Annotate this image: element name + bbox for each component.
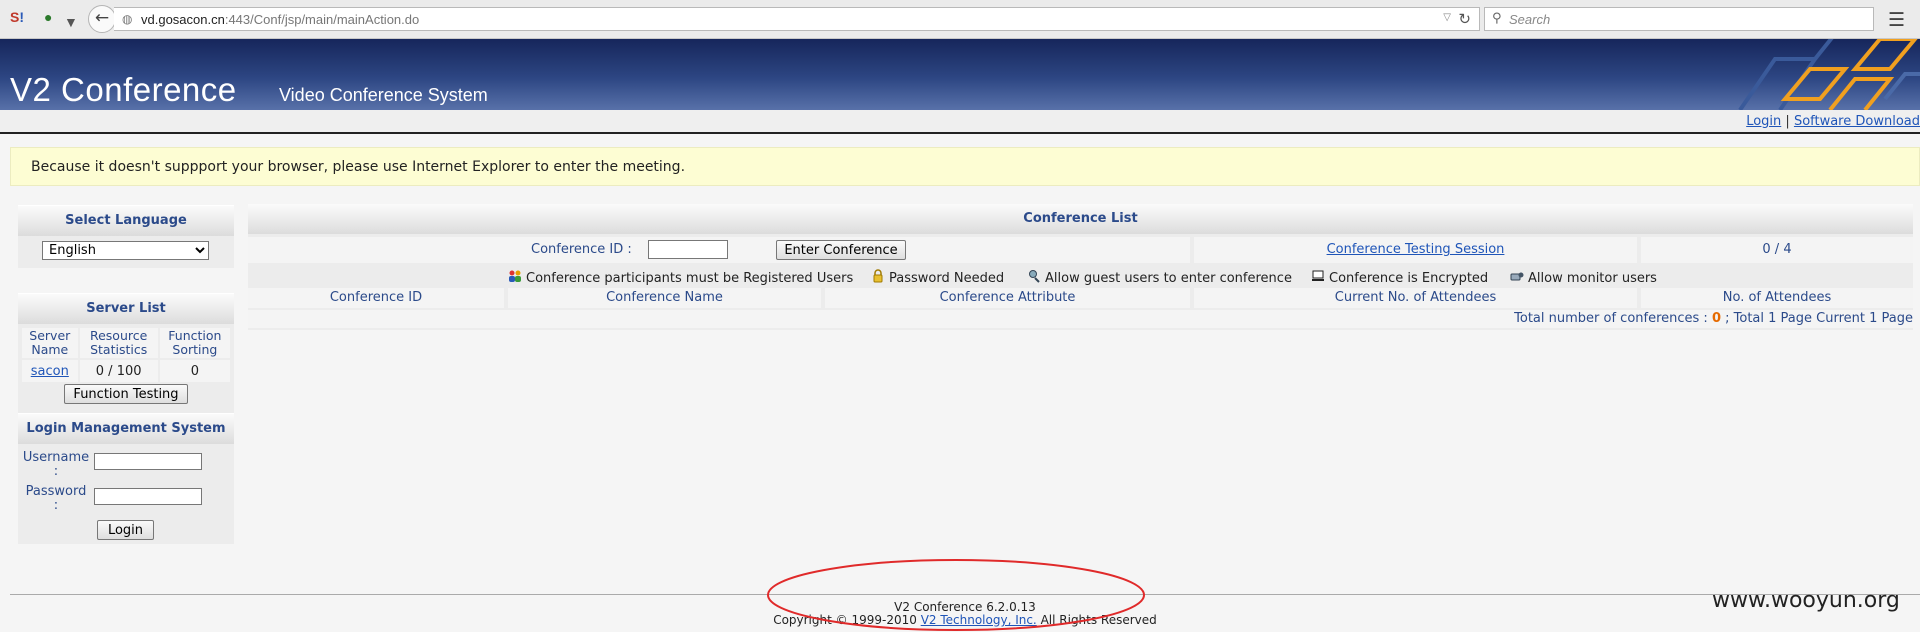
nav-separator: | <box>1785 114 1790 129</box>
legend-text: Allow monitor users <box>1528 271 1657 286</box>
site-banner: V2 Conference Video Conference System <box>0 39 1920 110</box>
registered-users-icon <box>509 270 521 282</box>
col-conference-attribute: Conference Attribute <box>825 288 1190 308</box>
total-label: Total number of conferences : <box>1514 311 1708 326</box>
server-list-title: Server List <box>18 293 234 324</box>
banner-decoration <box>1738 39 1920 110</box>
col-resource-statistics: Resource Statistics <box>79 328 158 358</box>
col-no-of-attendees: No. of Attendees <box>1641 288 1913 308</box>
total-count: 0 <box>1711 311 1721 326</box>
legend-text: Conference participants must be Register… <box>526 271 854 286</box>
login-button[interactable]: Login <box>97 520 154 540</box>
hamburger-menu-icon[interactable]: ☰ <box>1888 9 1905 31</box>
site-title: V2 Conference <box>10 71 237 108</box>
col-server-name: Server Name <box>22 328 78 358</box>
browser-warning-text: Because it doesn't suppport your browser… <box>31 159 686 175</box>
url-history-dropdown-icon[interactable]: ▽ <box>1443 12 1451 23</box>
legend-guest-users: Allow guest users to enter conference <box>1027 269 1292 286</box>
function-sorting-value: 0 <box>159 360 230 382</box>
legend-text: Allow guest users to enter conference <box>1045 271 1292 286</box>
login-link[interactable]: Login <box>1746 114 1781 129</box>
conference-list-title: Conference List <box>248 204 1913 234</box>
legend-password-needed: Password Needed <box>871 269 1004 286</box>
search-bar[interactable]: ⚲ <box>1484 7 1874 31</box>
username-label: Username: <box>22 451 90 479</box>
password-icon <box>873 269 883 283</box>
attribute-legend: Conference participants must be Register… <box>248 266 1913 286</box>
back-arrow-icon: ← <box>94 8 110 28</box>
top-nav: Login | Software Download <box>0 110 1920 134</box>
conference-list-panel: Conference List Conference ID : Enter Co… <box>248 204 1913 330</box>
conference-testing-session-link[interactable]: Conference Testing Session <box>1327 242 1505 257</box>
language-panel: Select Language English <box>18 205 234 268</box>
conference-id-label: Conference ID : <box>531 242 632 257</box>
login-panel: Login Management System Username: Passwo… <box>18 413 234 544</box>
top-nav-links: Login | Software Download <box>1746 114 1920 129</box>
login-panel-title: Login Management System <box>18 413 234 444</box>
password-label-colon: : <box>53 498 59 513</box>
software-download-link[interactable]: Software Download <box>1794 114 1920 129</box>
conference-entry-cell: Conference ID : Enter Conference <box>248 237 1190 263</box>
testing-count: 0 / 4 <box>1641 237 1913 263</box>
back-button[interactable]: ← <box>88 5 116 33</box>
footer-copyright: Copyright © 1999-2010 V2 Technology, Inc… <box>0 613 1920 627</box>
conference-entry-row: Conference ID : Enter Conference Confere… <box>248 237 1913 263</box>
conference-id-input[interactable] <box>648 240 728 259</box>
reload-icon[interactable]: ↻ <box>1458 10 1471 28</box>
url-path: :443/Conf/jsp/main/mainAction.do <box>224 12 420 27</box>
company-link[interactable]: V2 Technology, Inc. <box>921 613 1037 627</box>
search-input[interactable] <box>1509 10 1864 28</box>
rights-text: All Rights Reserved <box>1040 613 1157 627</box>
footer-version: V2 Conference 6.2.0.13 <box>894 600 1036 614</box>
site-subtitle: Video Conference System <box>279 85 488 105</box>
legend-encrypted: Conference is Encrypted <box>1311 269 1488 286</box>
legend-text: Password Needed <box>889 271 1005 286</box>
server-table: Server Name Resource Statistics Function… <box>20 326 232 384</box>
conference-table-header: Conference ID Conference Name Conference… <box>248 288 1913 308</box>
legend-registered-users: Conference participants must be Register… <box>508 269 853 286</box>
testing-session-cell: Conference Testing Session <box>1194 237 1637 263</box>
legend-text: Conference is Encrypted <box>1329 271 1489 286</box>
enter-conference-button[interactable]: Enter Conference <box>776 240 906 260</box>
browser-toolbar: S! ● ▼ ← ◍ vd.gosacon.cn:443/Conf/jsp/ma… <box>0 0 1920 39</box>
guest-users-icon <box>1029 270 1040 283</box>
server-link[interactable]: sacon <box>31 364 69 379</box>
col-current-attendees: Current No. of Attendees <box>1194 288 1637 308</box>
watermark: www.wooyun.org <box>1712 588 1900 613</box>
globe-icon: ◍ <box>122 12 133 26</box>
language-panel-title: Select Language <box>18 205 234 236</box>
chevron-down-icon[interactable]: ▼ <box>64 14 78 34</box>
browser-warning: Because it doesn't suppport your browser… <box>10 147 1920 186</box>
monitor-users-icon <box>1510 272 1524 281</box>
table-row: sacon 0 / 100 0 <box>22 360 230 382</box>
resource-value: 0 / 100 <box>79 360 158 382</box>
password-field[interactable] <box>94 488 202 505</box>
legend-monitor-users: Allow monitor users <box>1510 269 1657 286</box>
col-conference-id: Conference ID <box>248 288 504 308</box>
col-conference-name: Conference Name <box>508 288 821 308</box>
address-bar[interactable]: ◍ vd.gosacon.cn:443/Conf/jsp/main/mainAc… <box>114 7 1480 31</box>
copyright-text: Copyright © 1999-2010 <box>773 613 917 627</box>
addon-s-icon[interactable]: S! <box>10 9 24 29</box>
password-label: Password: <box>22 485 90 513</box>
language-select[interactable]: English <box>42 241 209 260</box>
search-icon: ⚲ <box>1492 11 1502 26</box>
password-label-text: Password <box>25 484 87 499</box>
url-text[interactable]: vd.gosacon.cn:443/Conf/jsp/main/mainActi… <box>141 12 419 27</box>
username-label-text: Username <box>22 450 90 465</box>
addon-extension-icon[interactable]: ● <box>44 9 52 29</box>
encrypted-icon <box>1312 270 1324 281</box>
url-host: vd.gosacon.cn <box>141 12 225 27</box>
page-info: ; Total 1 Page Current 1 Page <box>1725 311 1913 326</box>
function-testing-button[interactable]: Function Testing <box>64 384 188 404</box>
footer-divider <box>10 594 1920 595</box>
username-label-colon: : <box>53 464 59 479</box>
username-field[interactable] <box>94 453 202 470</box>
pagination-summary: Total number of conferences : 0 ; Total … <box>248 310 1913 328</box>
col-function-sorting: Function Sorting <box>159 328 230 358</box>
